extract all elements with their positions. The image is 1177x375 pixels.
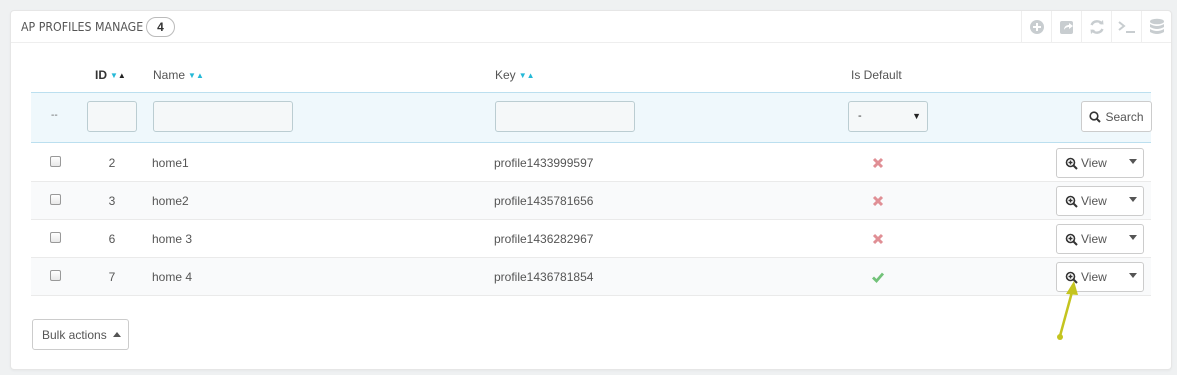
sort-desc-icon[interactable]: ▼ [519, 71, 527, 80]
row-name: home 4 [152, 270, 193, 284]
row-name: home1 [152, 156, 189, 170]
profiles-panel: AP PROFILES MANAGE 4 ID ▼▲ Name ▼▲ Key ▼… [10, 10, 1172, 370]
row-checkbox[interactable] [50, 232, 61, 243]
view-button-label: View [1081, 232, 1107, 246]
sort-asc-icon[interactable]: ▲ [118, 71, 126, 80]
sort-asc-icon[interactable]: ▲ [527, 71, 535, 80]
sort-asc-icon[interactable]: ▲ [196, 71, 204, 80]
view-button[interactable]: View [1057, 187, 1115, 215]
table-row: 6 home 3 profile1436282967 View [31, 220, 1151, 258]
row-key: profile1436781854 [494, 270, 594, 284]
column-header-name-label: Name [153, 68, 186, 82]
view-button-label: View [1081, 194, 1107, 208]
actions-dropdown-icon[interactable] [1129, 197, 1137, 202]
database-icon[interactable] [1141, 11, 1171, 43]
is-default-check-icon[interactable] [871, 270, 885, 284]
is-default-filter-value: - [858, 110, 862, 122]
filter-row: -- - ▼ Search [31, 92, 1152, 143]
actions-dropdown-icon[interactable] [1129, 273, 1137, 278]
row-key: profile1435781656 [494, 194, 594, 208]
bulk-actions-label: Bulk actions [42, 327, 107, 342]
panel-heading: AP PROFILES MANAGE 4 [11, 11, 1171, 43]
row-key: profile1436282967 [494, 232, 594, 246]
zoom-in-icon [1065, 233, 1078, 246]
column-header-key[interactable]: Key ▼▲ [495, 68, 535, 82]
row-actions: View [1056, 148, 1144, 178]
is-default-filter-select[interactable]: - ▼ [848, 101, 928, 132]
table-row: 3 home2 profile1435781656 View [31, 182, 1151, 220]
column-header-id[interactable]: ID ▼▲ [95, 68, 126, 82]
view-button-label: View [1081, 270, 1107, 284]
not-default-icon[interactable] [871, 156, 885, 170]
zoom-in-icon [1065, 157, 1078, 170]
row-checkbox[interactable] [50, 194, 61, 205]
row-actions: View [1056, 224, 1144, 254]
column-header-id-label: ID [95, 68, 107, 82]
panel-toolbar [1021, 11, 1171, 43]
bulk-filter-placeholder: -- [51, 110, 58, 121]
row-name: home 3 [152, 232, 193, 246]
caret-up-icon [112, 332, 121, 337]
row-name: home2 [152, 194, 189, 208]
select-caret-icon: ▼ [912, 111, 921, 121]
row-id: 3 [108, 194, 116, 208]
row-id: 7 [108, 270, 116, 284]
key-filter-input[interactable] [495, 101, 635, 132]
sort-desc-icon[interactable]: ▼ [110, 71, 118, 80]
view-button[interactable]: View [1057, 149, 1115, 177]
export-icon[interactable] [1051, 11, 1081, 43]
not-default-icon[interactable] [871, 232, 885, 246]
column-header-name[interactable]: Name ▼▲ [153, 68, 204, 82]
row-actions: View [1056, 262, 1144, 292]
sort-desc-icon[interactable]: ▼ [188, 71, 196, 80]
zoom-in-icon [1065, 271, 1078, 284]
row-key: profile1433999597 [494, 156, 594, 170]
view-button-label: View [1081, 156, 1107, 170]
row-checkbox[interactable] [50, 270, 61, 281]
search-button-label: Search [1105, 109, 1144, 124]
row-id: 6 [108, 232, 116, 246]
sort-icon[interactable]: ▼▲ [519, 71, 535, 80]
row-checkbox[interactable] [50, 156, 61, 167]
actions-dropdown-icon[interactable] [1129, 235, 1137, 240]
row-id: 2 [108, 156, 116, 170]
column-header-is-default: Is Default [851, 68, 902, 82]
not-default-icon[interactable] [871, 194, 885, 208]
row-actions: View [1056, 186, 1144, 216]
actions-dropdown-icon[interactable] [1129, 159, 1137, 164]
id-filter-input[interactable] [87, 101, 137, 132]
table-row: 7 home 4 profile1436781854 View [31, 258, 1151, 296]
table-row: 2 home1 profile1433999597 View [31, 144, 1151, 182]
view-button[interactable]: View [1057, 225, 1115, 253]
sort-icon[interactable]: ▼▲ [110, 71, 126, 80]
panel-title: AP PROFILES MANAGE [21, 20, 144, 34]
bulk-actions-button[interactable]: Bulk actions [32, 319, 129, 350]
sql-query-icon[interactable] [1111, 11, 1141, 43]
zoom-in-icon [1065, 195, 1078, 208]
column-header-key-label: Key [495, 68, 516, 82]
add-new-icon[interactable] [1021, 11, 1051, 43]
sort-icon[interactable]: ▼▲ [188, 71, 204, 80]
refresh-icon[interactable] [1081, 11, 1111, 43]
count-badge: 4 [146, 17, 175, 37]
view-button[interactable]: View [1057, 263, 1115, 291]
search-button[interactable]: Search [1081, 101, 1152, 132]
search-icon [1089, 110, 1102, 123]
name-filter-input[interactable] [153, 101, 293, 132]
